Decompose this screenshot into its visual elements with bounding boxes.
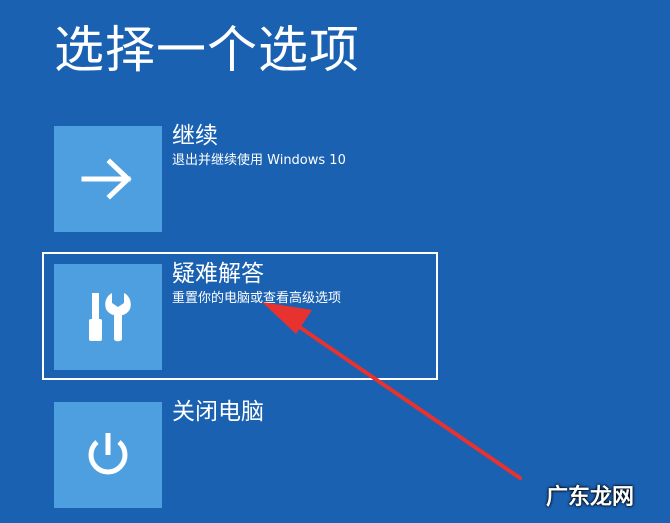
arrow-right-icon [81, 158, 132, 200]
option-troubleshoot-tile[interactable] [54, 264, 162, 370]
power-icon [88, 433, 128, 475]
watermark-logo: 广东龙网 [545, 485, 634, 510]
option-continue-tile[interactable] [54, 126, 162, 232]
option-shutdown-label: 关闭电脑 [172, 399, 264, 425]
tools-icon [89, 293, 131, 342]
option-shutdown[interactable]: 关闭电脑 [42, 390, 438, 518]
option-troubleshoot-description: 重置你的电脑或查看高级选项 [172, 291, 342, 306]
option-troubleshoot[interactable]: 疑难解答 重置你的电脑或查看高级选项 [42, 252, 438, 380]
option-continue-description: 退出并继续使用 Windows 10 [172, 153, 346, 168]
option-shutdown-tile[interactable] [54, 402, 162, 508]
option-troubleshoot-label: 疑难解答 [172, 261, 264, 287]
option-continue-label: 继续 [172, 123, 218, 149]
option-continue[interactable]: 继续 退出并继续使用 Windows 10 [42, 114, 438, 242]
page-title: 选择一个选项 [54, 21, 360, 79]
